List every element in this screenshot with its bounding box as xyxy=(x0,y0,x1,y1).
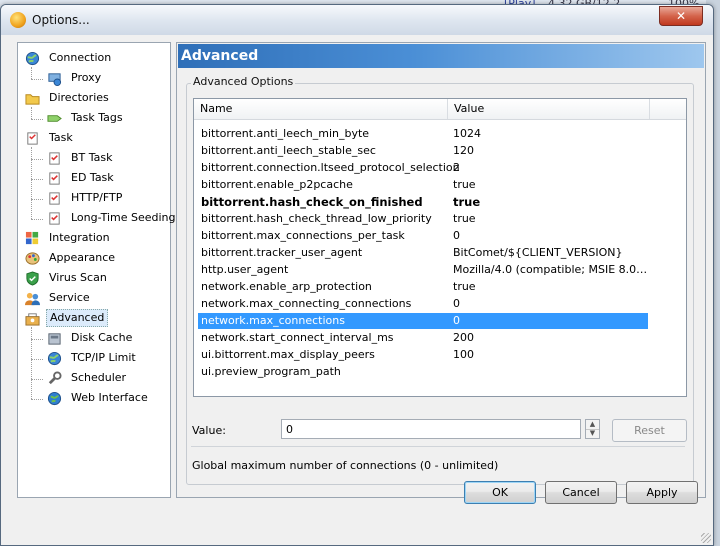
column-header-name[interactable]: Name xyxy=(194,99,448,119)
ed-task-icon xyxy=(49,172,60,185)
spin-down-icon[interactable]: ▼ xyxy=(586,429,599,438)
close-button[interactable]: ✕ xyxy=(659,6,703,26)
list-row[interactable]: bittorrent.max_connections_per_task 0 xyxy=(198,228,648,244)
list-row[interactable]: bittorrent.enable_p2pcache true xyxy=(198,177,648,193)
tree-label-proxy: Proxy xyxy=(71,71,102,84)
users-icon xyxy=(25,292,40,306)
palette-icon xyxy=(25,252,40,265)
value-input[interactable]: 0 xyxy=(281,419,581,439)
group-title: Advanced Options xyxy=(191,75,296,88)
tree-label-http-ftp: HTTP/FTP xyxy=(71,191,123,204)
task-list-icon xyxy=(27,132,38,145)
list-row[interactable]: network.enable_arp_protection true xyxy=(198,279,648,295)
tree-label-task-tags: Task Tags xyxy=(71,111,123,124)
tree-label-long-time-seeding: Long-Time Seeding xyxy=(71,211,176,224)
value-label: Value: xyxy=(192,424,226,437)
puzzle-icon xyxy=(25,231,39,245)
options-nav-tree: Connection Proxy Directories Task Tags T… xyxy=(17,42,176,498)
disk-cache-icon xyxy=(48,333,61,345)
list-row[interactable]: network.max_connecting_connections 0 xyxy=(198,296,648,312)
bt-task-icon xyxy=(49,152,60,165)
tree-label-connection: Connection xyxy=(49,51,112,64)
list-header: Name Value xyxy=(194,99,686,120)
globe-network-icon xyxy=(25,51,40,66)
list-row[interactable]: http.user_agent Mozilla/4.0 (compatible; … xyxy=(198,262,648,278)
tree-label-task: Task xyxy=(49,131,73,144)
option-description: Global maximum number of connections (0 … xyxy=(192,459,499,472)
bitcomet-app-icon xyxy=(10,12,26,28)
value-spinner[interactable]: ▲ ▼ xyxy=(585,419,600,439)
options-dialog: Options... ✕ Connection Proxy Directorie… xyxy=(0,4,714,546)
tree-label-disk-cache: Disk Cache xyxy=(71,331,133,344)
tree-label-directories: Directories xyxy=(49,91,109,104)
globe-icon xyxy=(47,391,62,406)
list-row-modified[interactable]: bittorrent.hash_check_on_finished true xyxy=(198,194,648,210)
shield-icon xyxy=(26,271,39,286)
advanced-options-list: Name Value bittorrent.anti_leech_min_byt… xyxy=(193,98,687,397)
list-row[interactable]: bittorrent.tracker_user_agent BitComet/${… xyxy=(198,245,648,261)
ok-button[interactable]: OK xyxy=(464,481,536,504)
tree-label-web-interface: Web Interface xyxy=(71,391,148,404)
title-bar: Options... ✕ xyxy=(1,5,713,35)
list-row[interactable]: network.start_connect_interval_ms 200 xyxy=(198,330,648,346)
proxy-network-icon xyxy=(48,73,62,86)
tree-label-service: Service xyxy=(49,291,90,304)
globe-network-icon xyxy=(47,351,62,366)
column-header-value[interactable]: Value xyxy=(448,99,650,119)
folder-icon xyxy=(25,94,40,105)
cancel-button[interactable]: Cancel xyxy=(545,481,617,504)
advanced-panel: Advanced Advanced Options Name Value bit… xyxy=(176,42,706,498)
tree-label-integration: Integration xyxy=(49,231,110,244)
seeding-task-icon xyxy=(49,212,60,225)
divider xyxy=(191,446,685,447)
list-row[interactable]: bittorrent.hash_check_thread_low_priorit… xyxy=(198,211,648,227)
list-row[interactable]: ui.bittorrent.max_display_peers 100 xyxy=(198,347,648,363)
tree-label-ed-task: ED Task xyxy=(71,171,114,184)
list-row[interactable]: bittorrent.anti_leech_min_byte 1024 xyxy=(198,126,648,142)
resize-grip[interactable] xyxy=(701,533,711,543)
tag-icon xyxy=(47,115,62,122)
apply-button[interactable]: Apply xyxy=(626,481,698,504)
list-row[interactable]: ui.preview_program_path xyxy=(198,364,648,380)
advanced-tools-icon xyxy=(25,313,40,326)
reset-button[interactable]: Reset xyxy=(612,419,687,442)
tree-label-scheduler: Scheduler xyxy=(71,371,127,384)
tree-label-tcpip-limit: TCP/IP Limit xyxy=(71,351,136,364)
list-row[interactable]: bittorrent.anti_leech_stable_sec 120 xyxy=(198,143,648,159)
http-ftp-task-icon xyxy=(49,192,60,205)
wrench-icon xyxy=(48,371,62,385)
window-title: Options... xyxy=(32,13,90,27)
panel-header: Advanced xyxy=(178,44,704,68)
tree-label-advanced: Advanced xyxy=(46,309,109,327)
list-row-selected[interactable]: network.max_connections 0 xyxy=(198,313,648,329)
tree-label-bt-task: BT Task xyxy=(71,151,113,164)
tree-label-virus-scan: Virus Scan xyxy=(49,271,107,284)
list-row[interactable]: bittorrent.connection.ltseed_protocol_se… xyxy=(198,160,648,176)
tree-label-appearance: Appearance xyxy=(49,251,116,264)
